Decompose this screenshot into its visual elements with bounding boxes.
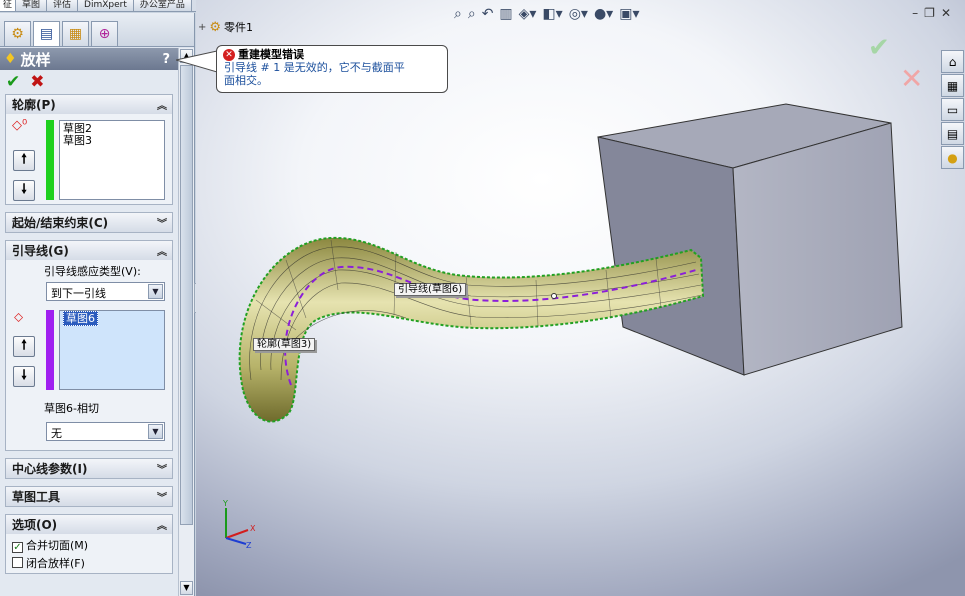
- tab-evaluate[interactable]: 评估: [47, 0, 79, 11]
- profiles-header[interactable]: 轮廓(P) ︽: [6, 95, 172, 114]
- move-up-button[interactable]: 🠕: [13, 150, 35, 171]
- error-title: 重建模型错误: [238, 48, 304, 61]
- merge-faces-label: 合并切面(M): [26, 539, 89, 552]
- property-manager-title: ♦ 放样 ?: [0, 48, 178, 70]
- list-item[interactable]: 草图6: [63, 311, 161, 326]
- axis-z-label: Z: [246, 541, 252, 550]
- options-group: 选项(O) ︽ ✓ 合并切面(M) 闭合放样(F): [5, 514, 173, 574]
- cancel-x-icon[interactable]: ✖: [30, 72, 44, 92]
- profile-sketch-icon: ◇⁰: [12, 118, 28, 133]
- collapse-up-icon: ︽: [157, 247, 167, 258]
- sketch-tools-group: 草图工具 ︾: [5, 486, 173, 507]
- ok-check-icon[interactable]: ✔: [6, 72, 20, 92]
- expand-down-icon: ︾: [157, 219, 167, 230]
- configuration-manager-tab[interactable]: ▦: [62, 21, 89, 46]
- collapse-up-icon: ︽: [157, 521, 167, 532]
- scroll-down-arrow-icon[interactable]: ▼: [180, 581, 193, 595]
- options-header-label: 选项(O): [12, 518, 58, 532]
- error-title-row: ✕ 重建模型错误: [223, 48, 441, 61]
- guides-color-bar: [46, 310, 54, 390]
- start-end-header-label: 起始/结束约束(C): [12, 216, 109, 230]
- property-manager: ♦ 放样 ? ✔ ✖ 轮廓(P) ︽ ◇⁰ 草图2 草图3 🠕 🠗 起始/结束约…: [0, 48, 178, 596]
- scroll-thumb[interactable]: [180, 65, 193, 525]
- expand-down-icon: ︾: [157, 465, 167, 476]
- sketch-tools-header-label: 草图工具: [12, 490, 61, 504]
- property-icon: ▤: [39, 26, 54, 42]
- property-manager-tab[interactable]: ▤: [33, 21, 60, 46]
- tangent-type-select[interactable]: 无 ▼: [46, 422, 165, 441]
- centerline-params-group: 中心线参数(I) ︾: [5, 458, 173, 479]
- move-down-button[interactable]: 🠗: [13, 180, 35, 201]
- close-loft-checkbox[interactable]: [12, 557, 23, 568]
- dropdown-arrow-icon: ▼: [148, 284, 163, 299]
- axis-x-label: X: [250, 524, 256, 533]
- callout-pointer: [176, 50, 218, 73]
- close-loft-label: 闭合放样(F): [26, 557, 85, 570]
- centerline-header[interactable]: 中心线参数(I) ︾: [6, 459, 172, 478]
- collapse-up-icon: ︽: [157, 101, 167, 112]
- configuration-icon: ▦: [68, 26, 83, 42]
- tangent-type-value: 无: [51, 427, 62, 440]
- pm-title-text: 放样: [20, 50, 51, 69]
- merge-faces-checkbox[interactable]: ✓: [12, 542, 23, 553]
- close-loft-option[interactable]: 闭合放样(F): [12, 555, 166, 573]
- list-item[interactable]: 草图3: [63, 135, 161, 147]
- options-header[interactable]: 选项(O) ︽: [6, 515, 172, 534]
- influence-type-value: 到下一引线: [51, 287, 106, 300]
- profiles-list[interactable]: 草图2 草图3: [59, 120, 165, 200]
- centerline-header-label: 中心线参数(I): [12, 462, 88, 476]
- profiles-group: 轮廓(P) ︽ ◇⁰ 草图2 草图3 🠕 🠗: [5, 94, 173, 205]
- guide-move-down-button[interactable]: 🠗: [13, 366, 35, 387]
- profiles-color-bar: [46, 120, 54, 200]
- guides-list[interactable]: 草图6: [59, 310, 165, 390]
- manager-tabs: ⚙ ▤ ▦ ⊕: [0, 13, 194, 47]
- loft-icon: ♦: [4, 51, 17, 67]
- sketch-tools-header[interactable]: 草图工具 ︾: [6, 487, 172, 506]
- error-icon: ✕: [223, 48, 235, 61]
- error-message-line1: 引导线 # 1 是无效的，它不与截面平: [224, 61, 405, 74]
- start-end-header[interactable]: 起始/结束约束(C) ︾: [6, 213, 172, 232]
- dropdown-arrow-icon: ▼: [148, 424, 163, 439]
- influence-type-label: 引导线感应类型(V):: [44, 265, 141, 278]
- feature-manager-tab[interactable]: ⚙: [4, 21, 31, 46]
- selected-guide-item[interactable]: 草图6: [63, 311, 98, 326]
- axis-y-label: Y: [222, 499, 228, 508]
- tangent-label: 草图6-相切: [44, 402, 99, 415]
- tab-office-products[interactable]: 办公室产品: [133, 0, 192, 11]
- profile-tag[interactable]: 轮廓(草图3): [253, 338, 316, 351]
- guide-curves-group: 引导线(G) ︽ 引导线感应类型(V): 到下一引线 ▼ ⬦ 草图6 🠕 🠗 草…: [5, 240, 173, 451]
- start-end-constraints-group: 起始/结束约束(C) ︾: [5, 212, 173, 233]
- help-button[interactable]: ?: [162, 52, 170, 67]
- feature-tree-icon: ⚙: [11, 26, 24, 42]
- guide-sketch-icon: ⬦: [14, 310, 24, 325]
- guides-header[interactable]: 引导线(G) ︽: [6, 241, 172, 260]
- coordinate-triad: Y X Z: [222, 499, 256, 550]
- expand-down-icon: ︾: [157, 493, 167, 504]
- rebuild-error-callout: ✕ 重建模型错误 引导线 # 1 是无效的，它不与截面平 面相交。: [216, 45, 448, 93]
- ok-cancel-row: ✔ ✖: [0, 70, 178, 94]
- merge-faces-option[interactable]: ✓ 合并切面(M): [12, 537, 166, 555]
- error-message-line2: 面相交。: [224, 74, 268, 87]
- tab-dimxpert[interactable]: DimXpert: [78, 0, 134, 11]
- guide-curve-tag[interactable]: 引导线(草图6): [394, 283, 467, 296]
- influence-type-select[interactable]: 到下一引线 ▼: [46, 282, 165, 301]
- left-panel: ⚙ ▤ ▦ ⊕ ♦ 放样 ? ✔ ✖ 轮廓(P) ︽ ◇⁰ 草图2 草图3 🠕 …: [0, 13, 195, 596]
- dimxpert-manager-tab[interactable]: ⊕: [91, 21, 118, 46]
- guide-move-up-button[interactable]: 🠕: [13, 336, 35, 357]
- guides-header-label: 引导线(G): [12, 244, 69, 258]
- tab-sketch[interactable]: 草图: [16, 0, 48, 11]
- box-body[interactable]: [597, 103, 903, 376]
- profiles-header-label: 轮廓(P): [12, 98, 56, 112]
- target-icon: ⊕: [98, 26, 111, 42]
- property-manager-scrollbar[interactable]: ▲ ▼: [178, 48, 194, 596]
- tab-features[interactable]: 征: [0, 0, 17, 11]
